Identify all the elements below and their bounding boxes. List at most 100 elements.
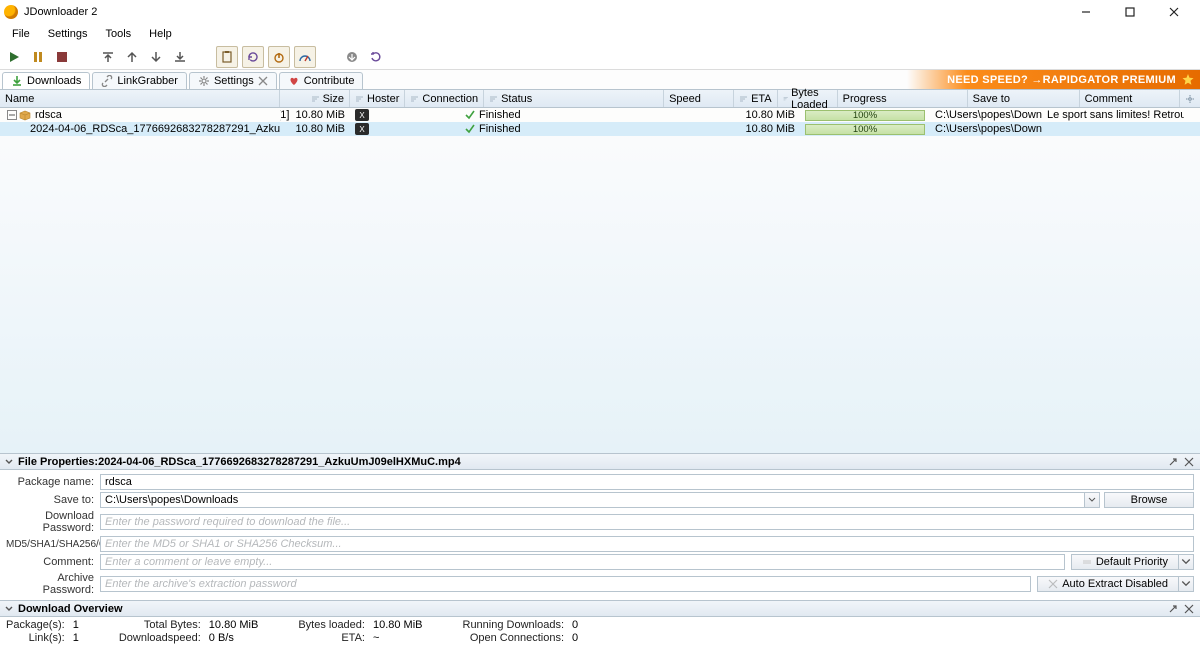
tabbar: Downloads LinkGrabber Settings Contribut… [0,70,1200,90]
reconnect-icon[interactable] [366,47,386,67]
collapse-icon[interactable] [7,110,17,120]
ov-value-dlspeed: 0 B/s [209,632,259,644]
check-icon [465,124,475,134]
tab-contribute-label: Contribute [304,75,355,87]
overview-title: Download Overview [18,603,123,615]
autoextract-button[interactable]: Auto Extract Disabled [1037,576,1178,592]
ov-label-totalbytes: Total Bytes: [119,619,201,631]
move-top-icon[interactable] [98,47,118,67]
ov-value-packages: 1 [73,619,79,631]
panel-detach-icon[interactable] [1166,602,1180,616]
package-icon [19,109,31,121]
stop-icon[interactable] [52,47,72,67]
maximize-button[interactable] [1108,0,1152,24]
col-eta[interactable]: ETA [734,90,778,107]
titlebar: JDownloader 2 [0,0,1200,24]
move-up-icon[interactable] [122,47,142,67]
premium-banner[interactable]: NEED SPEED? →RAPIDGATOR PREMIUM [907,70,1200,89]
file-properties-title-prefix: File Properties: [18,456,98,468]
update-icon[interactable] [342,47,362,67]
window-title: JDownloader 2 [24,6,97,18]
menu-help[interactable]: Help [141,26,180,42]
star-icon [1182,74,1194,86]
col-saveto[interactable]: Save to [968,90,1080,107]
tab-linkgrabber[interactable]: LinkGrabber [92,72,187,89]
move-bottom-icon[interactable] [170,47,190,67]
col-hoster[interactable]: Hoster [350,90,405,107]
file-status: Finished [479,123,521,135]
col-size[interactable]: Size [280,90,350,107]
column-header: Name Size Hoster Connection Status Speed… [0,90,1200,108]
panel-close-icon[interactable] [1182,602,1196,616]
label-comment: Comment: [6,556,100,568]
tab-contribute[interactable]: Contribute [279,72,364,89]
label-dlpass: Download Password: [6,510,100,534]
close-button[interactable] [1152,0,1196,24]
menu-file[interactable]: File [4,26,38,42]
ov-value-totalbytes: 10.80 MiB [209,619,259,631]
auto-reconnect-icon[interactable] [242,46,264,68]
overview-header[interactable]: Download Overview [0,600,1200,617]
package-count: [1] [280,109,289,121]
browse-button[interactable]: Browse [1104,492,1194,508]
col-speed[interactable]: Speed [664,90,734,107]
host-chip: X [355,123,369,135]
ov-value-bytesloaded: 10.80 MiB [373,619,423,631]
ov-label-packages: Package(s): [6,619,65,631]
panel-close-icon[interactable] [1182,455,1196,469]
clipboard-icon[interactable] [216,46,238,68]
priority-icon [1082,557,1092,567]
col-progress[interactable]: Progress [838,90,968,107]
package-status: Finished [479,109,521,121]
package-row[interactable]: rdsca [1]10.80 MiB X Finished 10.80 MiB … [0,108,1200,122]
progress-bar: 100% [805,110,925,121]
package-name-input[interactable] [100,474,1194,490]
label-hash: MD5/SHA1/SHA256/CRC32: [6,539,100,550]
ov-label-running: Running Downloads: [463,619,565,631]
col-config[interactable] [1180,90,1200,107]
hash-input[interactable] [100,536,1194,552]
download-grid[interactable]: rdsca [1]10.80 MiB X Finished 10.80 MiB … [0,108,1200,453]
menu-settings[interactable]: Settings [40,26,96,42]
col-name[interactable]: Name [0,90,280,107]
menu-tools[interactable]: Tools [97,26,139,42]
tab-settings[interactable]: Settings [189,72,277,89]
pause-icon[interactable] [28,47,48,67]
col-comment[interactable]: Comment [1080,90,1180,107]
file-properties-header[interactable]: File Properties: 2024-04-06_RDSca_177669… [0,453,1200,470]
play-icon[interactable] [4,47,24,67]
priority-dropdown[interactable] [1178,554,1194,570]
col-status[interactable]: Status [484,90,664,107]
saveto-dropdown[interactable] [1084,492,1100,508]
archive-password-input[interactable] [100,576,1031,592]
premium-banner-text: NEED SPEED? →RAPIDGATOR PREMIUM [947,74,1176,86]
tab-settings-label: Settings [214,75,254,87]
comment-input[interactable] [100,554,1065,570]
minimize-button[interactable] [1064,0,1108,24]
col-connection[interactable]: Connection [405,90,484,107]
tab-close-icon[interactable] [258,76,268,86]
toolbar [0,44,1200,70]
autoextract-dropdown[interactable] [1178,576,1194,592]
file-row[interactable]: 2024-04-06_RDSca_1776692683278287291_Azk… [0,122,1200,136]
speed-limit-icon[interactable] [294,46,316,68]
ov-value-eta: ~ [373,632,423,644]
label-arcpass: Archive Password: [6,572,100,596]
label-package: Package name: [6,476,100,488]
col-bytes[interactable]: Bytes Loaded [778,90,838,107]
download-password-input[interactable] [100,514,1194,530]
package-bytes: 10.80 MiB [745,109,795,121]
tab-downloads[interactable]: Downloads [2,72,90,89]
saveto-input[interactable] [100,492,1084,508]
power-icon[interactable] [268,46,290,68]
ov-value-openconn: 0 [572,632,578,644]
progress-bar: 100% [805,124,925,135]
move-down-icon[interactable] [146,47,166,67]
chevron-down-icon [4,604,14,614]
host-chip: X [355,109,369,121]
ov-label-openconn: Open Connections: [463,632,565,644]
overview-panel: Package(s):1 Link(s):1 Total Bytes:10.80… [0,617,1200,645]
priority-button[interactable]: Default Priority [1071,554,1178,570]
ov-label-eta: ETA: [298,632,365,644]
panel-detach-icon[interactable] [1166,455,1180,469]
